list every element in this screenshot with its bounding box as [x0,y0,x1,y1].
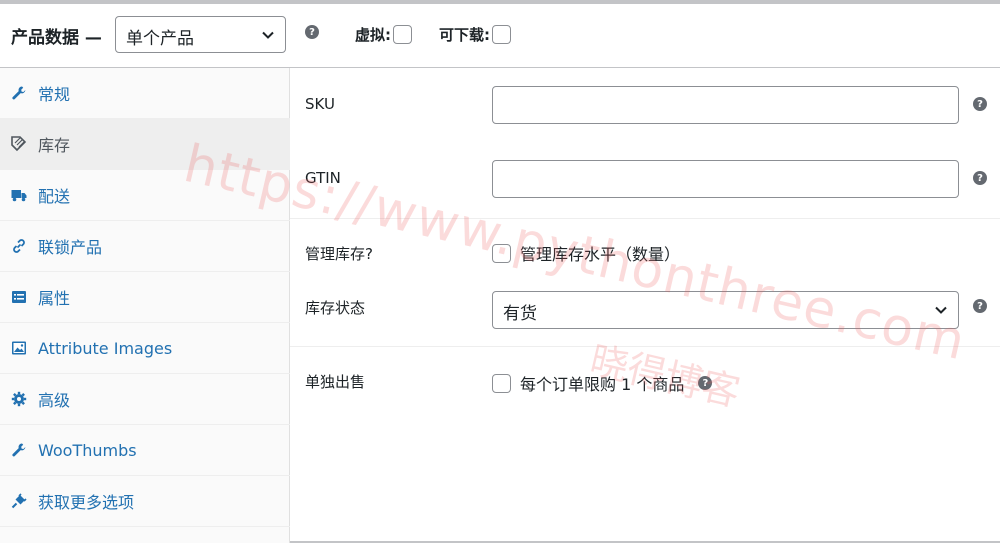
help-icon[interactable]: ? [305,25,319,39]
identifiers-section: SKU ? GTIN ? [290,68,1000,219]
tab-label: 常规 [38,85,71,104]
help-icon[interactable]: ? [698,376,713,390]
tab-woothumbs[interactable]: WooThumbs [0,425,290,476]
downloadable-label: 可下载: [439,26,490,44]
tab-label: 获取更多选项 [38,493,135,512]
tab-inventory[interactable]: 库存 [0,119,290,170]
sold-individually-label: 单独出售 [305,373,366,391]
tab-attributes[interactable]: 属性 [0,272,290,323]
tab-advanced[interactable]: 高级 [0,374,290,425]
inventory-panel: SKU ? GTIN ? 管理库存? 管理库存水平（数量） 库存状态 有货 ? … [290,68,1000,543]
tab-linked-products[interactable]: 联锁产品 [0,221,290,272]
sold-individually-checkbox-label: 每个订单限购 1 个商品 [520,375,685,394]
virtual-checkbox[interactable] [393,25,412,44]
tab-label: 配送 [38,187,71,206]
manage-stock-checkbox[interactable] [492,243,511,263]
gtin-input[interactable] [492,160,959,198]
product-data-header: 产品数据 — 单个产品 ? 虚拟: 可下载: [0,4,1000,68]
tab-general[interactable]: 常规 [0,68,290,119]
plugin-icon [11,493,27,509]
manage-stock-option: 管理库存水平（数量） [492,241,680,265]
gtin-label: GTIN [305,169,341,187]
list-icon [12,291,26,303]
tab-attribute-images[interactable]: Attribute Images [0,323,290,374]
help-icon[interactable]: ? [973,171,987,185]
product-type-value: 单个产品 [126,29,194,49]
sold-individually-checkbox[interactable] [492,373,511,393]
manage-stock-label: 管理库存? [305,245,373,263]
help-icon[interactable]: ? [973,299,987,313]
virtual-label: 虚拟: [355,26,391,44]
downloadable-checkbox[interactable] [492,25,511,44]
tab-label: 库存 [38,136,71,155]
product-data-title: 产品数据 — [11,28,102,48]
stock-section: 管理库存? 管理库存水平（数量） 库存状态 有货 ? [290,219,1000,347]
tag-icon [11,136,27,152]
tab-label: WooThumbs [38,440,137,460]
chevron-down-icon [935,306,947,314]
tab-shipping[interactable]: 配送 [0,170,290,221]
sold-individually-section: 单独出售 每个订单限购 1 个商品 ? [290,347,1000,427]
wrench-icon [12,86,26,100]
tab-label: 联锁产品 [38,238,103,257]
chevron-down-icon [262,31,274,39]
downloadable-option: 可下载: [439,24,511,45]
tab-label: Attribute Images [38,338,173,358]
gear-icon [11,391,27,407]
wrench-icon [12,443,26,457]
sold-individually-option: 每个订单限购 1 个商品 ? [492,371,713,395]
tab-label: 属性 [38,289,71,308]
product-data-tabs: 常规 库存 配送 联锁产品 属性 Attribute Images 高级 Woo… [0,68,290,543]
stock-status-select[interactable]: 有货 [492,291,959,329]
sku-label: SKU [305,95,335,113]
product-data-panel: 产品数据 — 单个产品 ? 虚拟: 可下载: 常规 库存 配送 联锁产品 属性 … [0,0,1000,543]
stock-status-value: 有货 [503,304,537,324]
manage-stock-checkbox-label: 管理库存水平（数量） [520,245,681,264]
product-type-select[interactable]: 单个产品 [115,16,286,53]
stock-status-label: 库存状态 [305,299,366,317]
link-icon [13,239,25,253]
virtual-option: 虚拟: [355,24,412,45]
sku-input[interactable] [492,86,959,124]
tab-get-more-options[interactable]: 获取更多选项 [0,476,290,527]
help-icon[interactable]: ? [973,97,987,111]
truck-icon [11,190,27,202]
tab-label: 高级 [38,391,71,410]
image-icon [12,341,26,355]
